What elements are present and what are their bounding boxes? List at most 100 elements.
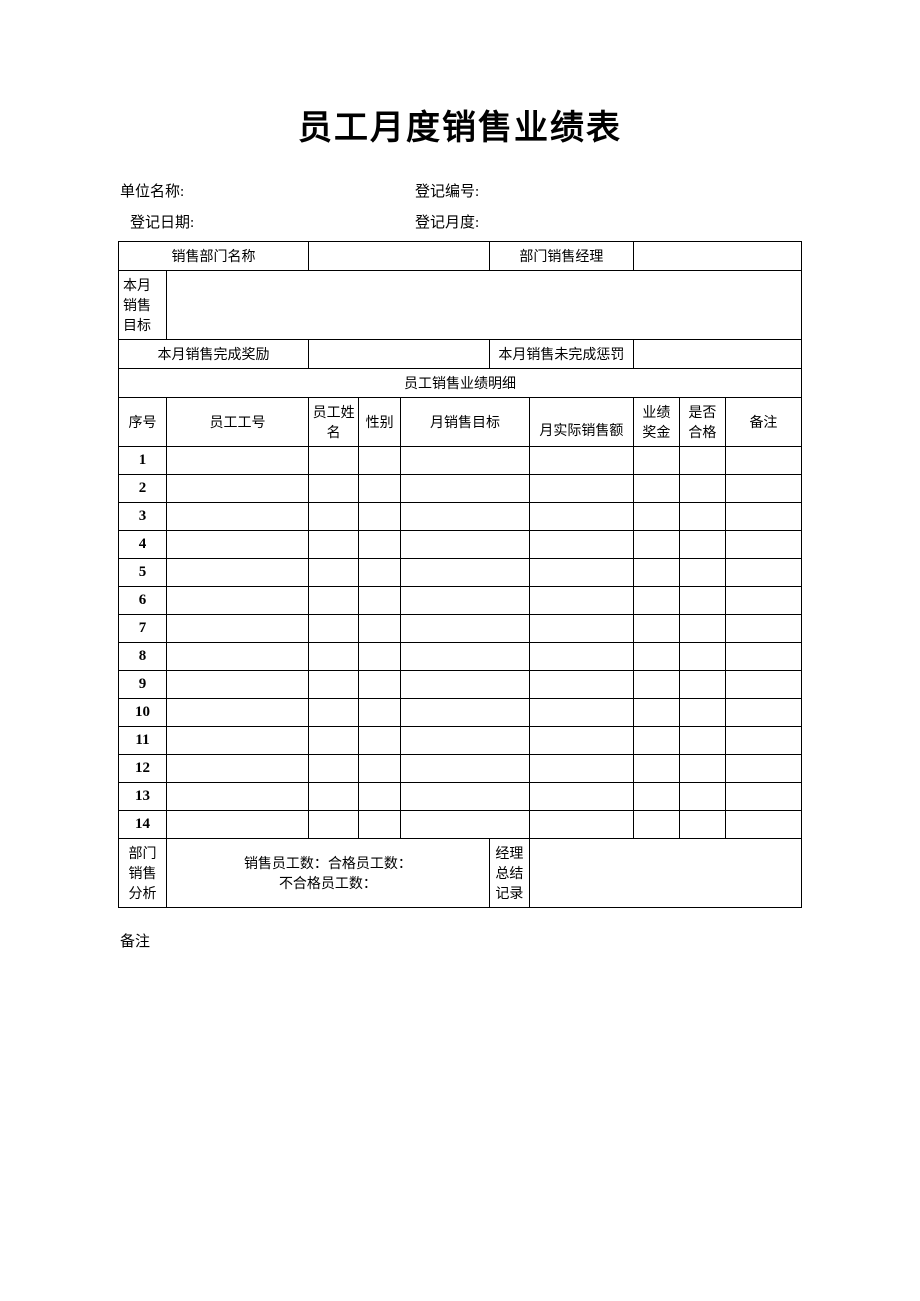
bonus-cell[interactable] (633, 615, 679, 643)
gender-cell[interactable] (359, 503, 401, 531)
emp-name-cell[interactable] (309, 503, 359, 531)
qualified-cell[interactable] (679, 447, 725, 475)
bonus-cell[interactable] (633, 503, 679, 531)
gender-cell[interactable] (359, 559, 401, 587)
month-target-cell[interactable] (401, 559, 530, 587)
gender-cell[interactable] (359, 783, 401, 811)
emp-no-cell[interactable] (167, 699, 309, 727)
month-actual-cell[interactable] (529, 587, 633, 615)
month-actual-cell[interactable] (529, 755, 633, 783)
emp-no-cell[interactable] (167, 559, 309, 587)
month-actual-cell[interactable] (529, 531, 633, 559)
qualified-cell[interactable] (679, 587, 725, 615)
bonus-cell[interactable] (633, 755, 679, 783)
gender-cell[interactable] (359, 727, 401, 755)
bonus-cell[interactable] (633, 699, 679, 727)
qualified-cell[interactable] (679, 475, 725, 503)
qualified-cell[interactable] (679, 811, 725, 839)
emp-name-cell[interactable] (309, 559, 359, 587)
bonus-value[interactable] (309, 340, 490, 369)
gender-cell[interactable] (359, 671, 401, 699)
penalty-value[interactable] (633, 340, 801, 369)
qualified-cell[interactable] (679, 755, 725, 783)
emp-name-cell[interactable] (309, 671, 359, 699)
month-actual-cell[interactable] (529, 727, 633, 755)
month-target-cell[interactable] (401, 671, 530, 699)
remark-cell[interactable] (725, 531, 801, 559)
remark-cell[interactable] (725, 447, 801, 475)
month-actual-cell[interactable] (529, 447, 633, 475)
emp-no-cell[interactable] (167, 587, 309, 615)
remark-cell[interactable] (725, 699, 801, 727)
month-actual-cell[interactable] (529, 699, 633, 727)
emp-no-cell[interactable] (167, 503, 309, 531)
bonus-cell[interactable] (633, 531, 679, 559)
qualified-cell[interactable] (679, 531, 725, 559)
qualified-cell[interactable] (679, 559, 725, 587)
month-actual-cell[interactable] (529, 783, 633, 811)
gender-cell[interactable] (359, 811, 401, 839)
bonus-cell[interactable] (633, 559, 679, 587)
emp-no-cell[interactable] (167, 727, 309, 755)
emp-name-cell[interactable] (309, 811, 359, 839)
month-actual-cell[interactable] (529, 671, 633, 699)
remark-cell[interactable] (725, 671, 801, 699)
emp-no-cell[interactable] (167, 615, 309, 643)
month-actual-cell[interactable] (529, 503, 633, 531)
qualified-cell[interactable] (679, 699, 725, 727)
gender-cell[interactable] (359, 699, 401, 727)
gender-cell[interactable] (359, 531, 401, 559)
emp-name-cell[interactable] (309, 643, 359, 671)
emp-name-cell[interactable] (309, 783, 359, 811)
emp-no-cell[interactable] (167, 447, 309, 475)
emp-no-cell[interactable] (167, 783, 309, 811)
emp-no-cell[interactable] (167, 531, 309, 559)
month-actual-cell[interactable] (529, 615, 633, 643)
emp-name-cell[interactable] (309, 475, 359, 503)
emp-name-cell[interactable] (309, 699, 359, 727)
month-target-cell[interactable] (401, 615, 530, 643)
month-target-cell[interactable] (401, 447, 530, 475)
remark-cell[interactable] (725, 503, 801, 531)
month-target-cell[interactable] (401, 587, 530, 615)
month-target-cell[interactable] (401, 531, 530, 559)
gender-cell[interactable] (359, 447, 401, 475)
bonus-cell[interactable] (633, 475, 679, 503)
bonus-cell[interactable] (633, 727, 679, 755)
month-actual-cell[interactable] (529, 475, 633, 503)
month-target-cell[interactable] (401, 755, 530, 783)
bonus-cell[interactable] (633, 447, 679, 475)
emp-name-cell[interactable] (309, 727, 359, 755)
emp-no-cell[interactable] (167, 671, 309, 699)
emp-name-cell[interactable] (309, 587, 359, 615)
remark-cell[interactable] (725, 755, 801, 783)
month-target-cell[interactable] (401, 475, 530, 503)
manager-summary-content[interactable] (529, 839, 801, 908)
qualified-cell[interactable] (679, 503, 725, 531)
qualified-cell[interactable] (679, 671, 725, 699)
remark-cell[interactable] (725, 615, 801, 643)
bonus-cell[interactable] (633, 811, 679, 839)
remark-cell[interactable] (725, 727, 801, 755)
emp-name-cell[interactable] (309, 447, 359, 475)
emp-name-cell[interactable] (309, 615, 359, 643)
month-target-cell[interactable] (401, 643, 530, 671)
bonus-cell[interactable] (633, 671, 679, 699)
dept-name-value[interactable] (309, 242, 490, 271)
gender-cell[interactable] (359, 615, 401, 643)
qualified-cell[interactable] (679, 643, 725, 671)
emp-no-cell[interactable] (167, 811, 309, 839)
month-target-cell[interactable] (401, 699, 530, 727)
bonus-cell[interactable] (633, 587, 679, 615)
gender-cell[interactable] (359, 643, 401, 671)
remark-cell[interactable] (725, 475, 801, 503)
emp-no-cell[interactable] (167, 755, 309, 783)
emp-name-cell[interactable] (309, 755, 359, 783)
dept-manager-value[interactable] (633, 242, 801, 271)
gender-cell[interactable] (359, 755, 401, 783)
month-target-cell[interactable] (401, 727, 530, 755)
remark-cell[interactable] (725, 643, 801, 671)
qualified-cell[interactable] (679, 783, 725, 811)
gender-cell[interactable] (359, 587, 401, 615)
emp-no-cell[interactable] (167, 643, 309, 671)
